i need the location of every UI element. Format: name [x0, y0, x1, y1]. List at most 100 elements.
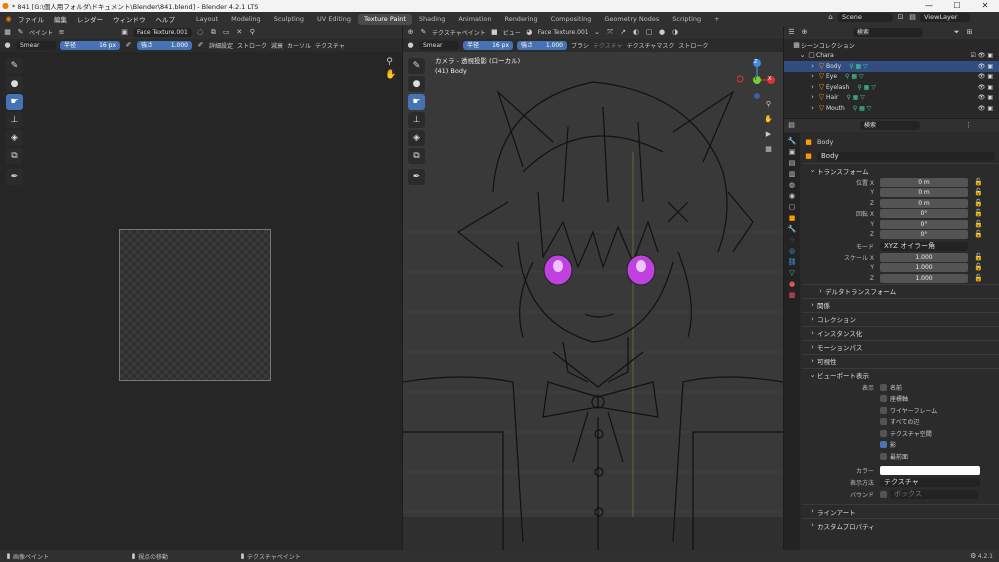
modifier-tab-icon[interactable]: 🔧	[788, 225, 797, 233]
physics-tab-icon[interactable]: ◎	[789, 247, 795, 255]
display-option-row[interactable]: 最前面	[802, 451, 999, 463]
lock-icon[interactable]: 🔓	[974, 188, 983, 197]
lock-icon[interactable]: 🔓	[974, 263, 983, 272]
lock-icon[interactable]: 🔓	[974, 199, 983, 208]
section-header[interactable]: › インスタンス化	[802, 325, 999, 340]
location-z-field[interactable]: 0 m	[880, 198, 968, 208]
display-checkbox[interactable]	[880, 395, 887, 403]
menu-render[interactable]: レンダー	[72, 14, 108, 24]
display-checkbox[interactable]	[880, 441, 887, 449]
strength-field[interactable]: 強さ 1.000	[137, 41, 192, 50]
section-header[interactable]: › 可視性	[802, 353, 999, 368]
world-tab-icon[interactable]: ◉	[789, 192, 795, 200]
menu-stroke[interactable]: ストローク	[237, 41, 267, 50]
tab-scripting[interactable]: Scripting	[666, 14, 707, 25]
tab-shading[interactable]: Shading	[413, 14, 451, 25]
radius-field[interactable]: 半径 16 px	[60, 41, 120, 50]
tab-geometry-nodes[interactable]: Geometry Nodes	[598, 14, 665, 25]
tab-modeling[interactable]: Modeling	[225, 14, 267, 25]
bounds-select[interactable]: ボックス	[890, 489, 978, 499]
overlay-icon[interactable]: ◐	[632, 28, 641, 37]
transform-icon[interactable]: ⤧	[606, 28, 615, 37]
lock-icon[interactable]: 🔓	[974, 230, 983, 239]
outliner-item-mouth[interactable]: › ▽ Mouth ⚲ ▦ ▽ 👁 ▣	[784, 103, 999, 114]
editor-type-icon[interactable]: ▦	[3, 28, 12, 37]
outliner-item-eyelash[interactable]: › ▽ Eyelash ⚲ ▦ ▽ 👁 ▣	[784, 82, 999, 93]
view-menu[interactable]: ビュー	[503, 28, 521, 37]
smear-tool-icon[interactable]: ☛	[6, 94, 23, 110]
output-tab-icon[interactable]: ▤	[789, 159, 796, 167]
editor-type-icon[interactable]: ▤	[787, 121, 796, 130]
new-collection-icon[interactable]: ⊞	[965, 28, 974, 37]
expand-arrow-icon[interactable]: ›	[808, 83, 817, 92]
viewport-display-header[interactable]: ⌄ ビューポート表示	[802, 367, 999, 382]
outliner-item-eye[interactable]: › ▽ Eye ⚲ ▦ ▽ 👁 ▣	[784, 72, 999, 83]
open-image-icon[interactable]: ▭	[222, 28, 231, 37]
display-option-row[interactable]: 影	[802, 439, 999, 451]
modifier-icons[interactable]: ⚲ ▦ ▽	[849, 63, 868, 70]
brush-name-field[interactable]: Smear	[419, 41, 459, 50]
properties-editor[interactable]: ▤ 検索 ⋮ 🔧 ▣ ▤ ▥ ◍ ◉ ▢ ■ 🔧 ⁘ ◎ ⛓ ▽ ● ▩ ■ B…	[784, 119, 999, 550]
data-tab-icon[interactable]: ▽	[789, 269, 794, 277]
display-option-row[interactable]: 表示 名前	[802, 382, 999, 394]
image-name-field[interactable]: Face Texture.001	[133, 28, 192, 37]
visibility-icons[interactable]: 👁 ▣	[978, 94, 993, 101]
tab-layout[interactable]: Layout	[190, 14, 224, 25]
outliner-item-body[interactable]: › ▽ Body ⚲ ▦ ▽ 👁 ▣	[784, 61, 999, 72]
scene-collection-row[interactable]: ▦ シーンコレクション	[784, 40, 999, 51]
material-tab-icon[interactable]: ●	[789, 280, 795, 288]
modifier-icons[interactable]: ⚲ ▦ ▽	[845, 73, 864, 80]
menu-cursor[interactable]: カーソル	[287, 41, 311, 50]
texture-tab-icon[interactable]: ▩	[789, 291, 796, 299]
mode-selector[interactable]: テクスチャペイント	[432, 28, 486, 37]
menu-advanced[interactable]: 詳細設定	[209, 41, 233, 50]
tab-compositing[interactable]: Compositing	[545, 14, 598, 25]
menu-falloff[interactable]: 減衰	[271, 41, 283, 50]
visibility-icons[interactable]: ☑ 👁 ▣	[971, 52, 993, 59]
display-checkbox[interactable]	[880, 429, 887, 437]
outliner-item-hair[interactable]: › ▽ Hair ⚲ ▦ ▽ 👁 ▣	[784, 93, 999, 104]
modifier-icons[interactable]: ⚲ ▦ ▽	[853, 105, 872, 112]
visibility-icons[interactable]: 👁 ▣	[978, 84, 993, 91]
section-header[interactable]: › コレクション	[802, 311, 999, 326]
menu-texture-mask[interactable]: テクスチャマスク	[627, 41, 675, 50]
scale-x-field[interactable]: 1.000	[880, 252, 968, 262]
blender-menu-icon[interactable]: ◉	[4, 15, 13, 24]
modifier-icons[interactable]: ⚲ ▦ ▽	[857, 84, 876, 91]
particles-tab-icon[interactable]: ⁘	[789, 236, 795, 244]
shading-material-icon[interactable]: ◑	[671, 28, 680, 37]
object-name-field[interactable]: Body	[817, 151, 995, 161]
bounds-checkbox[interactable]	[880, 490, 887, 498]
display-as-select[interactable]: テクスチャ	[880, 477, 980, 487]
draw-tool-icon[interactable]: ✎	[6, 58, 23, 74]
radius-field[interactable]: 半径 16 px	[463, 41, 513, 50]
expand-arrow-icon[interactable]: ›	[808, 104, 817, 113]
visibility-icons[interactable]: 👁 ▣	[978, 73, 993, 80]
menu-brush[interactable]: ブラシ	[571, 41, 589, 50]
display-checkbox[interactable]	[880, 383, 887, 391]
visibility-icons[interactable]: 👁 ▣	[978, 63, 993, 70]
display-checkbox[interactable]	[880, 452, 887, 460]
scene-tab-icon[interactable]: ◍	[789, 181, 795, 189]
menu-help[interactable]: ヘルプ	[151, 14, 181, 24]
display-mode-icon[interactable]: ⊕	[800, 28, 809, 37]
chevron-down-icon[interactable]: ⌄	[593, 28, 602, 37]
tab-animation[interactable]: Animation	[452, 14, 497, 25]
color-swatch[interactable]	[880, 465, 980, 475]
paint-mode-selector[interactable]: ペイント	[29, 28, 53, 37]
unlink-image-icon[interactable]: ✕	[235, 28, 244, 37]
close-button[interactable]: ✕	[971, 0, 999, 12]
properties-search-input[interactable]: 検索	[860, 121, 920, 130]
new-image-icon[interactable]: ⧉	[209, 28, 218, 37]
pin-image-icon[interactable]: ⚲	[248, 28, 257, 37]
display-option-row[interactable]: テクスチャ空間	[802, 428, 999, 440]
outliner[interactable]: ☰ ⊕ 検索 ⏷ ⊞ ▦ シーンコレクション ⌄ ▢ Chara ☑ 👁 ▣ ›…	[784, 26, 999, 118]
soften-tool-icon[interactable]: ●	[6, 76, 23, 92]
shading-solid-icon[interactable]: ●	[658, 28, 667, 37]
expand-arrow-icon[interactable]: ›	[808, 72, 817, 81]
minimize-button[interactable]: —	[915, 0, 943, 12]
xray-icon[interactable]: ▢	[645, 28, 654, 37]
rotation-x-field[interactable]: 0°	[880, 209, 968, 219]
radius-pressure-icon[interactable]: ✐	[124, 41, 133, 50]
expand-arrow-icon[interactable]: ⌄	[798, 51, 807, 60]
